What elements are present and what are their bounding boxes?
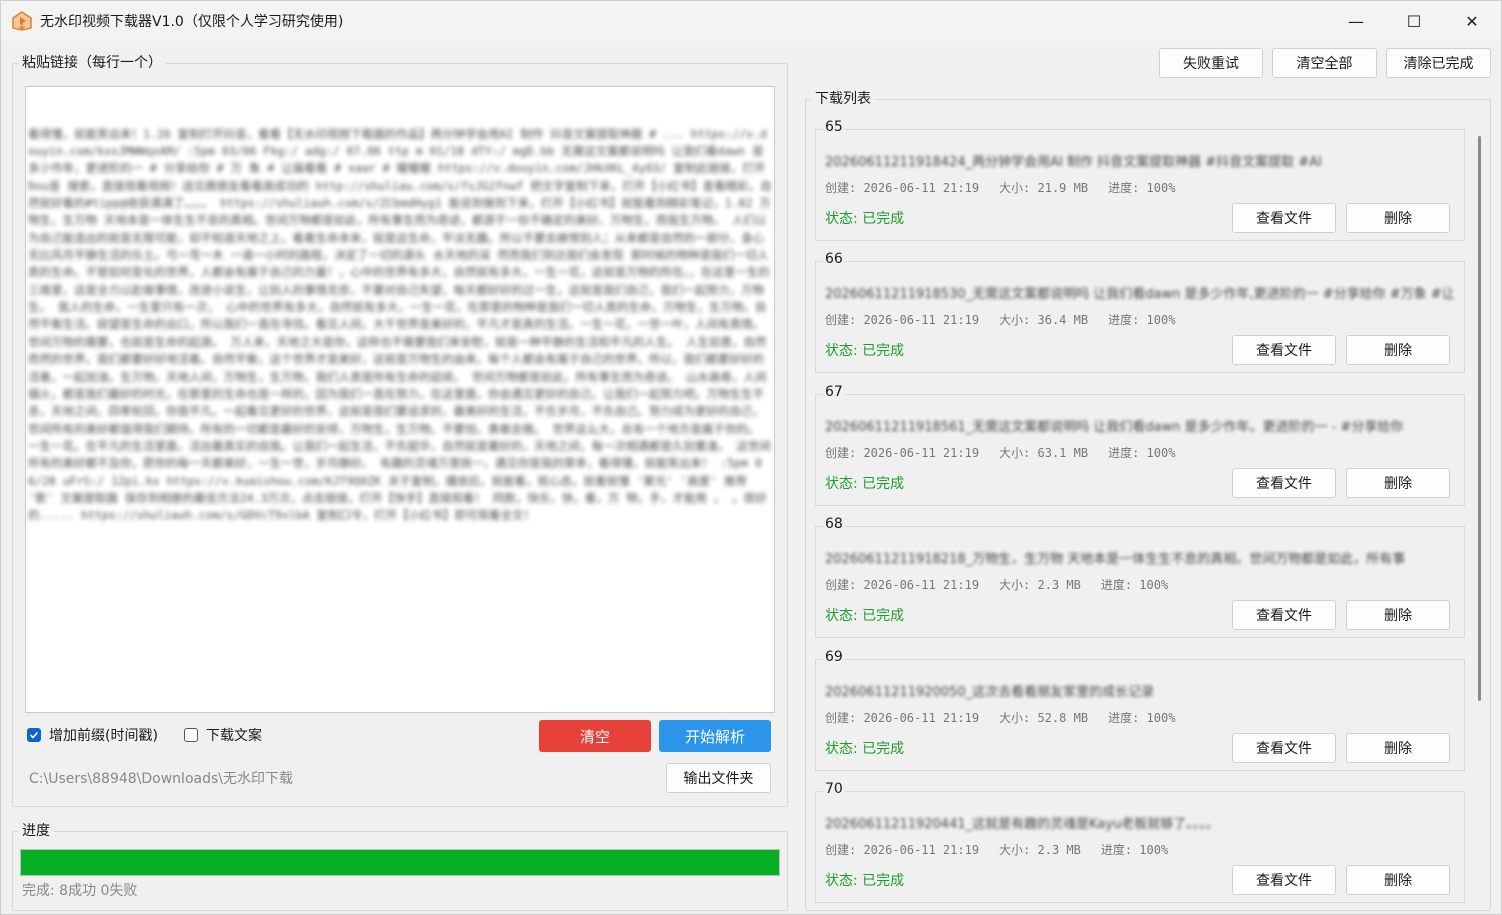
download-item-number: 67 [823, 384, 845, 400]
app-window: 无水印视频下载器V1.0（仅限个人学习研究使用) — ☐ ✕ 失败重试 清空全部… [0, 0, 1502, 915]
download-item-size: 大小: 2.3 MB [999, 843, 1081, 857]
download-item-created: 创建: 2026-06-11 21:19 [825, 843, 980, 857]
view-file-button[interactable]: 查看文件 [1232, 600, 1336, 630]
title-bar: 无水印视频下载器V1.0（仅限个人学习研究使用) — ☐ ✕ [1, 1, 1501, 41]
clear-button[interactable]: 清空 [539, 720, 651, 752]
download-copy-checkbox-label: 下载文案 [206, 728, 262, 744]
download-item-number: 68 [823, 516, 845, 532]
view-file-button[interactable]: 查看文件 [1232, 865, 1336, 895]
download-item-meta: 创建: 2026-06-11 21:19 大小: 2.3 MB 进度: 100% [825, 576, 1188, 593]
download-item-filename: 20260611211920050_这次去看看朋友家里的成长记录 [825, 685, 1155, 700]
close-button[interactable]: ✕ [1443, 1, 1501, 41]
download-item-filename: 20260611211918424_两分钟学会用AI 制作 抖音文案提取神器 #… [825, 155, 1322, 170]
progress-fill [21, 850, 779, 875]
download-item-progress: 进度: 100% [1108, 711, 1176, 725]
retry-failed-button[interactable]: 失败重试 [1159, 48, 1263, 78]
download-item-created: 创建: 2026-06-11 21:19 [825, 313, 980, 327]
progress-label: 进度 [18, 822, 54, 840]
output-path: C:\Users\88948\Downloads\无水印下载 [29, 771, 293, 787]
view-file-button[interactable]: 查看文件 [1232, 733, 1336, 763]
minimize-button[interactable]: — [1327, 1, 1385, 41]
download-item-status: 状态: 已完成 [825, 873, 905, 889]
download-item-progress: 进度: 100% [1108, 181, 1176, 195]
download-item-meta: 创建: 2026-06-11 21:19 大小: 63.1 MB 进度: 100% [825, 444, 1195, 461]
download-item-number: 70 [823, 781, 845, 797]
download-item-created: 创建: 2026-06-11 21:19 [825, 446, 980, 460]
checkbox-box [184, 728, 198, 742]
prefix-checkbox-label: 增加前缀(时间戳) [49, 728, 158, 744]
download-item-filename: 20260611211920441_这就是有趣的灵魂是Kayu老板就够了。。。。 [825, 817, 1219, 832]
paste-group-label: 粘贴链接（每行一个） [18, 54, 166, 72]
delete-button[interactable]: 删除 [1346, 600, 1450, 630]
download-item-number: 66 [823, 251, 845, 267]
download-item-status: 状态: 已完成 [825, 741, 905, 757]
download-item-progress: 进度: 100% [1108, 446, 1176, 460]
download-copy-checkbox[interactable]: 下载文案 [184, 725, 262, 745]
download-item-created: 创建: 2026-06-11 21:19 [825, 578, 980, 592]
download-item-progress: 进度: 100% [1100, 578, 1169, 592]
download-item-filename: 20260611211918218_万物生，生万物 天地本是一体生生不息的真相。… [825, 552, 1406, 567]
progress-status: 完成: 8成功 0失败 [22, 883, 138, 899]
clear-all-button[interactable]: 清空全部 [1272, 48, 1377, 78]
download-list-label: 下载列表 [811, 90, 875, 108]
checkmark-icon [27, 728, 41, 742]
progress-bar [20, 849, 780, 876]
download-item-status: 状态: 已完成 [825, 476, 905, 492]
download-item-status: 状态: 已完成 [825, 608, 905, 624]
download-item-created: 创建: 2026-06-11 21:19 [825, 711, 980, 725]
download-item-number: 69 [823, 649, 845, 665]
download-item-progress: 进度: 100% [1108, 313, 1176, 327]
download-item-status: 状态: 已完成 [825, 211, 905, 227]
delete-button[interactable]: 删除 [1346, 865, 1450, 895]
download-item-filename: 20260611211918530_无需这文案都说明吗 让我们看dawn 是多少… [825, 287, 1455, 302]
download-list-scrollbar[interactable] [1478, 136, 1481, 701]
download-item-number: 65 [823, 119, 845, 135]
view-file-button[interactable]: 查看文件 [1232, 203, 1336, 233]
download-item-status: 状态: 已完成 [825, 343, 905, 359]
download-item-filename: 20260611211918561_无需这文案都说明吗 让我们看dawn 是多少… [825, 420, 1404, 435]
download-item-meta: 创建: 2026-06-11 21:19 大小: 2.3 MB 进度: 100% [825, 841, 1188, 858]
download-item-size: 大小: 2.3 MB [999, 578, 1081, 592]
output-folder-button[interactable]: 输出文件夹 [666, 763, 771, 793]
prefix-checkbox[interactable]: 增加前缀(时间戳) [27, 725, 158, 745]
window-title: 无水印视频下载器V1.0（仅限个人学习研究使用) [40, 14, 344, 30]
download-item-created: 创建: 2026-06-11 21:19 [825, 181, 980, 195]
download-play-icon [12, 11, 32, 31]
url-textarea-content: 看得懂，就能笑出来！1.26 复制打开抖音，看看【无水印视频下载器的作品】两分钟… [28, 126, 772, 523]
delete-button[interactable]: 删除 [1346, 335, 1450, 365]
download-item-size: 大小: 36.4 MB [999, 313, 1089, 327]
maximize-button[interactable]: ☐ [1385, 1, 1443, 41]
delete-button[interactable]: 删除 [1346, 733, 1450, 763]
download-item-size: 大小: 52.8 MB [999, 711, 1089, 725]
view-file-button[interactable]: 查看文件 [1232, 468, 1336, 498]
url-textarea[interactable]: 看得懂，就能笑出来！1.26 复制打开抖音，看看【无水印视频下载器的作品】两分钟… [25, 86, 775, 713]
download-item-size: 大小: 63.1 MB [999, 446, 1089, 460]
download-item-progress: 进度: 100% [1100, 843, 1169, 857]
clear-done-button[interactable]: 清除已完成 [1386, 48, 1491, 78]
download-item-meta: 创建: 2026-06-11 21:19 大小: 21.9 MB 进度: 100% [825, 179, 1195, 196]
delete-button[interactable]: 删除 [1346, 203, 1450, 233]
delete-button[interactable]: 删除 [1346, 468, 1450, 498]
window-controls: — ☐ ✕ [1327, 1, 1501, 41]
start-parse-button[interactable]: 开始解析 [659, 720, 771, 752]
view-file-button[interactable]: 查看文件 [1232, 335, 1336, 365]
download-item-size: 大小: 21.9 MB [999, 181, 1089, 195]
download-item-meta: 创建: 2026-06-11 21:19 大小: 52.8 MB 进度: 100% [825, 709, 1195, 726]
download-item-meta: 创建: 2026-06-11 21:19 大小: 36.4 MB 进度: 100% [825, 311, 1195, 328]
